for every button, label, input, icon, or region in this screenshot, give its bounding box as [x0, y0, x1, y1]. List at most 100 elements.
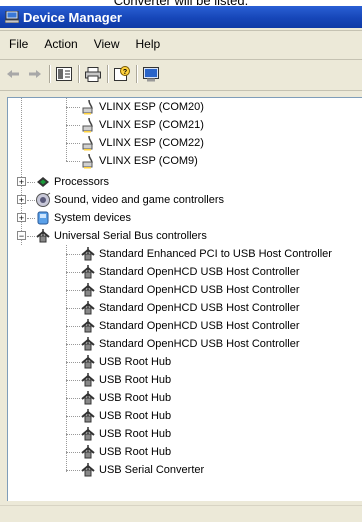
- tree-item-label: Standard OpenHCD USB Host Controller: [99, 284, 300, 296]
- tree-line: [66, 380, 80, 381]
- tree-item-com21[interactable]: VLINX ESP (COM21): [80, 116, 204, 134]
- tree-line: [66, 272, 80, 273]
- tree-line: [66, 245, 67, 472]
- tree-item-usb-device[interactable]: Standard OpenHCD USB Host Controller: [80, 299, 300, 317]
- help-icon[interactable]: ?: [113, 65, 131, 83]
- tree-item-com22[interactable]: VLINX ESP (COM22): [80, 134, 204, 152]
- menu-bar: File Action View Help: [0, 33, 362, 55]
- tree-line: [66, 398, 80, 399]
- tree-item-usb-device[interactable]: Standard OpenHCD USB Host Controller: [80, 335, 300, 353]
- tree-line: [66, 326, 80, 327]
- device-tree[interactable]: VLINX ESP (COM20) VLINX ESP (COM21) VLIN…: [7, 97, 362, 501]
- window-title: Device Manager: [23, 9, 122, 25]
- tree-item-system-devices[interactable]: System devices: [35, 209, 131, 227]
- tree-item-label: USB Root Hub: [99, 356, 172, 368]
- menu-view[interactable]: View: [94, 37, 120, 51]
- tree-item-com9[interactable]: VLINX ESP (COM9): [80, 152, 198, 170]
- expand-button[interactable]: +: [17, 195, 26, 205]
- tree-item-label: USB Root Hub: [99, 428, 172, 440]
- tree-item-label: VLINX ESP (COM22): [99, 137, 204, 149]
- properties-icon[interactable]: [55, 65, 73, 83]
- expand-button[interactable]: +: [17, 213, 26, 223]
- tree-item-processors[interactable]: Processors: [35, 173, 109, 191]
- device-manager-window: Device Manager File Action View Help ? V…: [0, 6, 362, 522]
- usb-plug-icon: [35, 228, 51, 244]
- tree-item-label: USB Serial Converter: [99, 464, 205, 476]
- tree-line: [27, 200, 35, 201]
- tree-line: [66, 416, 80, 417]
- toolbar-separator: [107, 65, 109, 83]
- toolbar-separator: [136, 65, 138, 83]
- tree-item-usb-controllers[interactable]: Universal Serial Bus controllers: [35, 227, 207, 245]
- menu-help[interactable]: Help: [136, 37, 161, 51]
- tree-item-label: Sound, video and game controllers: [54, 194, 224, 206]
- tree-item-label: Processors: [54, 176, 110, 188]
- tree-item-usb-device[interactable]: Standard Enhanced PCI to USB Host Contro…: [80, 245, 332, 263]
- tree-item-label: Standard OpenHCD USB Host Controller: [99, 320, 300, 332]
- tree-line: [66, 254, 80, 255]
- tree-item-label: USB Root Hub: [99, 410, 172, 422]
- tree-item-usb-device[interactable]: USB Root Hub: [80, 389, 171, 407]
- usb-plug-icon: [80, 318, 96, 334]
- tree-item-label: Standard OpenHCD USB Host Controller: [99, 338, 300, 350]
- print-icon[interactable]: [84, 65, 102, 83]
- toolbar-separator: [49, 65, 51, 83]
- tree-item-label: USB Root Hub: [99, 374, 172, 386]
- tree-line: [66, 452, 80, 453]
- tree-item-usb-device[interactable]: USB Root Hub: [80, 443, 171, 461]
- tree-line: [27, 236, 35, 237]
- tree-line: [66, 308, 80, 309]
- tree-line: [66, 290, 80, 291]
- tree-line: [27, 182, 35, 183]
- tree-item-usb-device[interactable]: USB Root Hub: [80, 425, 171, 443]
- toolbar: ?: [0, 62, 362, 86]
- usb-plug-icon: [80, 282, 96, 298]
- tree-line: [66, 125, 80, 126]
- expand-button[interactable]: +: [17, 177, 26, 187]
- tree-item-label: VLINX ESP (COM9): [99, 155, 198, 167]
- usb-plug-icon: [80, 354, 96, 370]
- speaker-icon: [35, 192, 51, 208]
- divider: [0, 59, 362, 60]
- forward-icon[interactable]: [26, 65, 44, 83]
- port-connector-icon: [80, 99, 96, 115]
- title-bar: Device Manager: [0, 6, 362, 28]
- tree-line: [66, 344, 80, 345]
- tree-item-usb-device[interactable]: Standard OpenHCD USB Host Controller: [80, 263, 300, 281]
- system-device-icon: [35, 210, 51, 226]
- usb-plug-icon: [80, 300, 96, 316]
- tree-line: [66, 362, 80, 363]
- menu-file[interactable]: File: [9, 37, 28, 51]
- tree-item-usb-device[interactable]: Standard OpenHCD USB Host Controller: [80, 281, 300, 299]
- tree-item-sound-video-game[interactable]: Sound, video and game controllers: [35, 191, 224, 209]
- tree-item-usb-device[interactable]: USB Root Hub: [80, 371, 171, 389]
- usb-plug-icon: [80, 246, 96, 262]
- usb-plug-icon: [80, 444, 96, 460]
- tree-item-label: VLINX ESP (COM21): [99, 119, 204, 131]
- usb-plug-icon: [80, 390, 96, 406]
- back-icon[interactable]: [4, 65, 22, 83]
- scan-hardware-icon[interactable]: [142, 65, 160, 83]
- port-connector-icon: [80, 153, 96, 169]
- svg-text:?: ?: [123, 69, 127, 76]
- tree-item-label: System devices: [54, 212, 132, 224]
- tree-line: [27, 218, 35, 219]
- port-connector-icon: [80, 117, 96, 133]
- tree-item-usb-device[interactable]: Standard OpenHCD USB Host Controller: [80, 317, 300, 335]
- computer-icon: [4, 10, 20, 24]
- tree-item-usb-device[interactable]: USB Root Hub: [80, 407, 171, 425]
- port-connector-icon: [80, 135, 96, 151]
- tree-line: [66, 434, 80, 435]
- tree-item-usb-device[interactable]: USB Root Hub: [80, 353, 171, 371]
- divider: [0, 30, 362, 31]
- tree-item-label: Standard OpenHCD USB Host Controller: [99, 302, 300, 314]
- collapse-button[interactable]: −: [17, 231, 26, 241]
- toolbar-separator: [78, 65, 80, 83]
- divider: [0, 90, 362, 91]
- menu-action[interactable]: Action: [44, 37, 77, 51]
- tree-line: [66, 143, 80, 144]
- processor-icon: [35, 174, 51, 190]
- usb-plug-icon: [80, 426, 96, 442]
- tree-item-com20[interactable]: VLINX ESP (COM20): [80, 98, 204, 116]
- tree-item-usb-device[interactable]: USB Serial Converter: [80, 461, 204, 479]
